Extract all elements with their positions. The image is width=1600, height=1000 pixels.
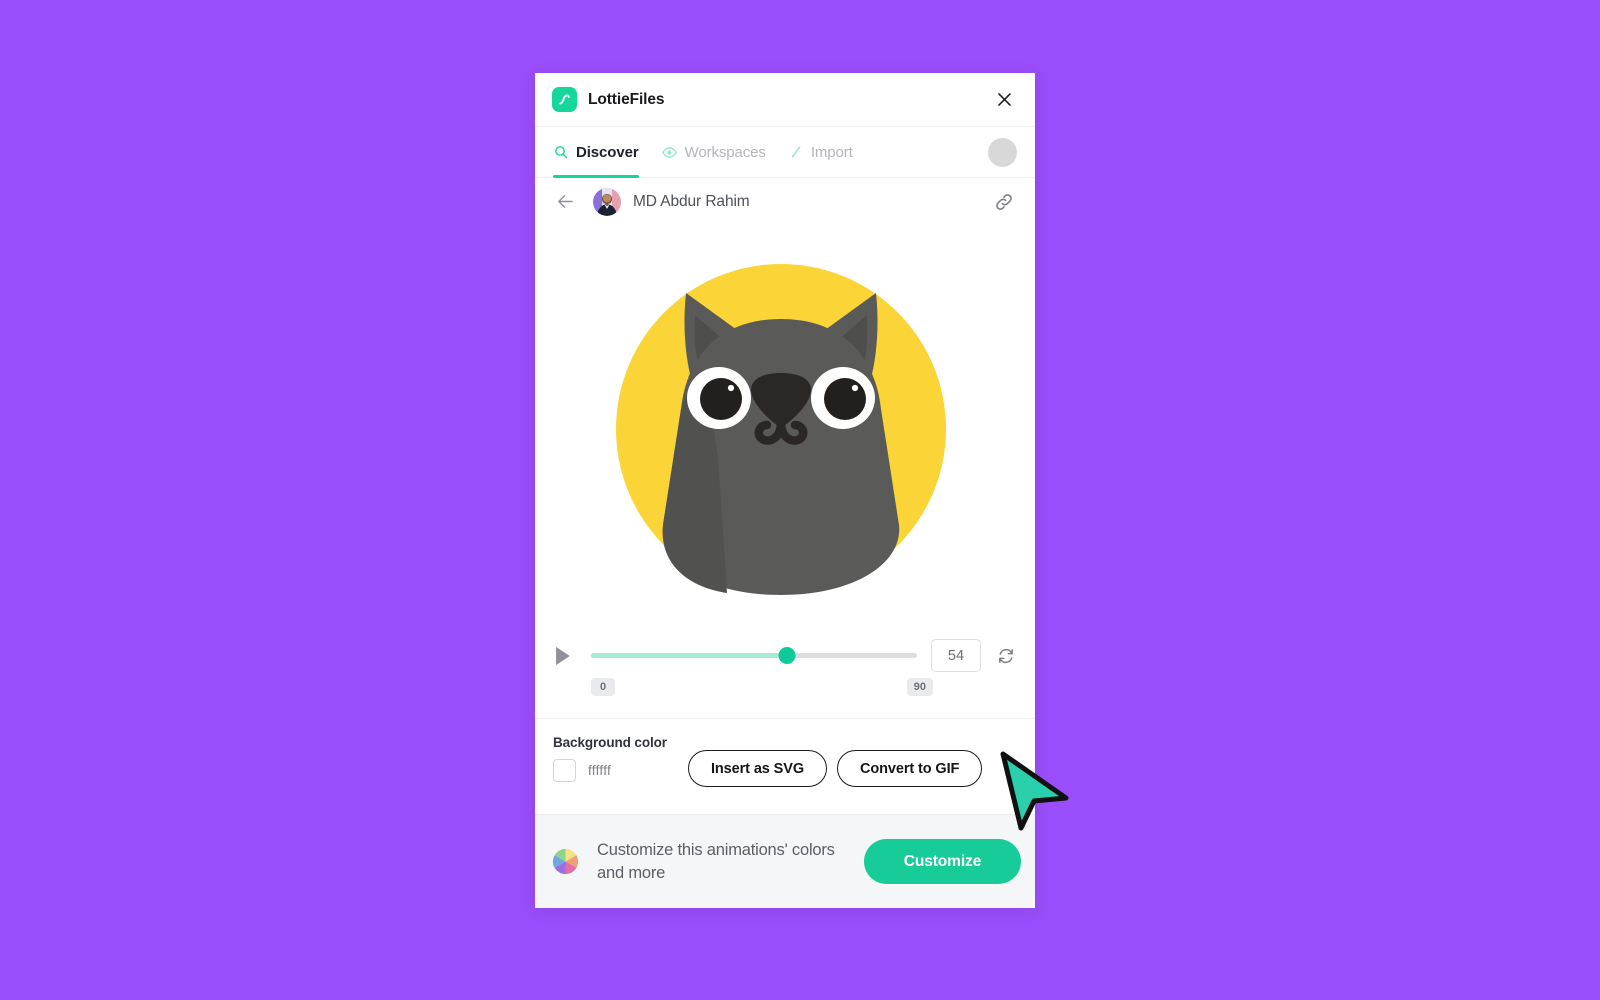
banner-text: Customize this animations' colors and mo…	[597, 840, 835, 882]
timeline-thumb[interactable]	[778, 647, 796, 664]
close-icon[interactable]	[991, 87, 1017, 113]
tab-import[interactable]: Import	[788, 127, 853, 177]
loop-icon[interactable]	[995, 645, 1017, 667]
modal-titlebar: LottieFiles	[535, 73, 1035, 127]
arrow-left-icon[interactable]	[553, 190, 577, 214]
timeline-slider[interactable]	[591, 644, 917, 668]
timeline-range-labels: 0 90	[553, 678, 1017, 696]
play-icon[interactable]	[553, 644, 575, 668]
insert-as-svg-button[interactable]: Insert as SVG	[688, 750, 827, 787]
tab-discover-label: Discover	[576, 143, 639, 161]
tab-workspaces[interactable]: Workspaces	[661, 127, 766, 177]
lottiefiles-modal: LottieFiles Discover Workspaces Import M…	[535, 73, 1035, 908]
range-max-label: 90	[906, 678, 933, 696]
timeline-fill	[591, 653, 787, 658]
convert-to-gif-button[interactable]: Convert to GIF	[837, 750, 983, 787]
background-color-group: Background color ffffff	[553, 735, 688, 782]
player-controls: 54 0 90	[535, 633, 1035, 719]
link-icon[interactable]	[991, 189, 1017, 215]
background-color-value[interactable]: ffffff	[588, 763, 611, 778]
range-min-label: 0	[591, 678, 615, 696]
tab-import-label: Import	[810, 143, 853, 161]
app-title: LottieFiles	[588, 90, 665, 108]
background-color-swatch[interactable]	[553, 759, 576, 782]
user-avatar-button[interactable]	[988, 137, 1017, 167]
author-avatar	[593, 187, 621, 216]
tab-discover[interactable]: Discover	[553, 127, 639, 178]
slash-pen-icon	[788, 144, 804, 160]
eye-icon	[661, 144, 678, 161]
search-icon	[553, 144, 569, 160]
author-name: MD Abdur Rahim	[633, 192, 750, 210]
author-row: MD Abdur Rahim	[535, 178, 1035, 225]
tab-bar: Discover Workspaces Import	[535, 127, 1035, 178]
customize-button[interactable]: Customize	[864, 839, 1021, 884]
customize-banner: Customize this animations' colors and mo…	[535, 815, 1035, 908]
frame-number-input[interactable]: 54	[931, 639, 981, 672]
background-color-label: Background color	[553, 735, 667, 750]
animation-preview[interactable]	[535, 225, 1035, 633]
export-options: Background color ffffff Insert as SVG Co…	[535, 719, 1035, 815]
tab-workspaces-label: Workspaces	[684, 143, 766, 161]
lottiefiles-logo-icon	[552, 87, 577, 112]
color-wheel-icon	[551, 847, 580, 876]
